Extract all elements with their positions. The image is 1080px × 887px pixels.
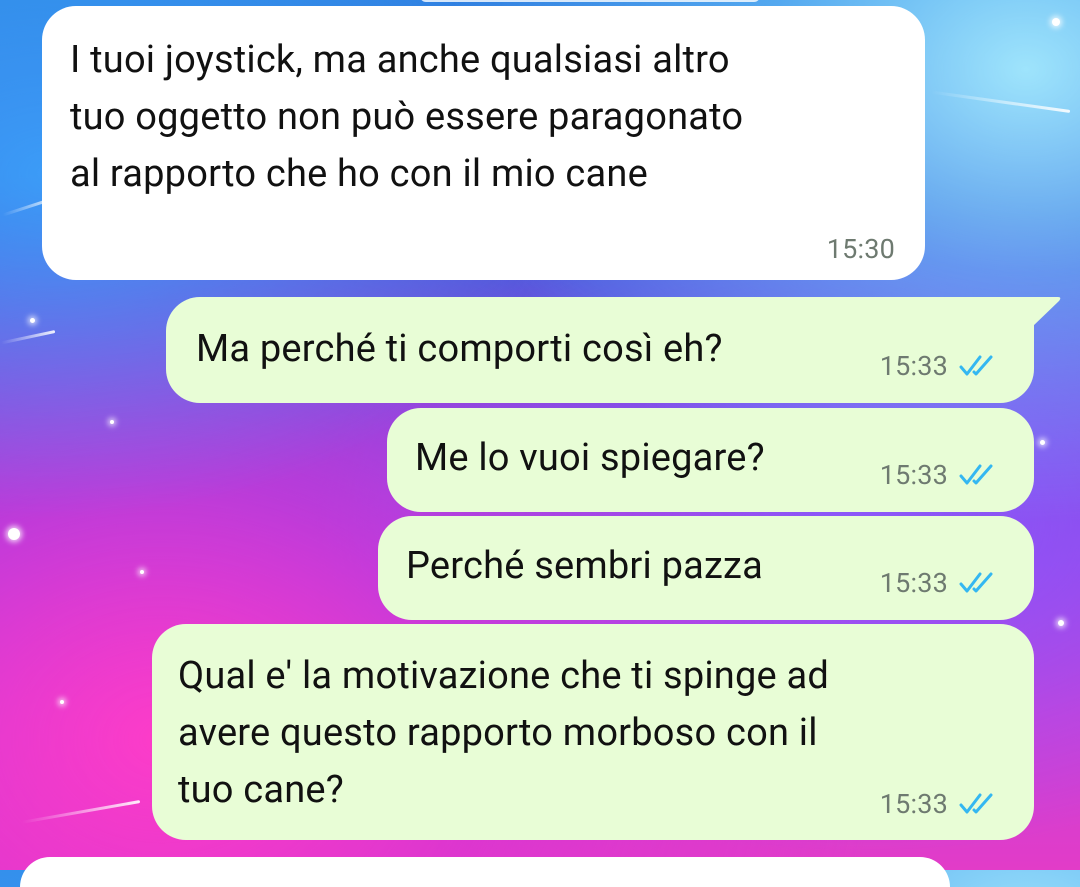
message-bubble-incoming[interactable]: I tuoi joystick, ma anche qualsiasi altr…	[42, 6, 925, 280]
star-decoration	[1040, 440, 1045, 445]
message-meta: 15:33	[880, 460, 996, 490]
message-bubble-outgoing[interactable]: Perché sembri pazza 15:33	[378, 516, 1034, 620]
message-meta: 15:30	[827, 234, 895, 264]
star-decoration	[1052, 18, 1060, 26]
star-decoration	[8, 528, 20, 540]
message-text: Me lo vuoi spiegare?	[415, 436, 765, 480]
double-check-read-icon	[959, 355, 993, 376]
message-time: 15:30	[826, 233, 895, 265]
message-bubble-outgoing[interactable]: Ma perché ti comporti così eh? 15:33	[166, 297, 1034, 403]
message-time: 15:33	[879, 350, 948, 382]
message-text: I tuoi joystick, ma anche qualsiasi altr…	[70, 38, 744, 196]
message-bubble-outgoing[interactable]: Me lo vuoi spiegare? 15:33	[387, 408, 1034, 512]
star-decoration	[140, 570, 144, 574]
message-text: Ma perché ti comporti così eh?	[196, 327, 723, 371]
message-time: 15:33	[879, 567, 948, 599]
previous-message-edge	[420, 0, 760, 2]
message-meta: 15:33	[880, 351, 996, 381]
bubble-tail	[1032, 297, 1061, 327]
star-decoration	[60, 700, 64, 704]
shooting-star-decoration	[21, 800, 141, 824]
shooting-star-decoration	[0, 330, 56, 345]
next-message-edge	[20, 857, 950, 887]
double-check-read-icon	[959, 464, 993, 485]
double-check-read-icon	[959, 793, 993, 814]
message-text: Qual e' la motivazione che ti spinge ad …	[178, 654, 829, 812]
message-meta: 15:33	[880, 568, 996, 598]
star-decoration	[110, 420, 114, 424]
message-text: Perché sembri pazza	[406, 544, 763, 588]
shooting-star-decoration	[931, 90, 1071, 113]
double-check-read-icon	[959, 572, 993, 593]
message-meta: 15:33	[880, 789, 996, 819]
message-time: 15:33	[879, 788, 948, 820]
star-decoration	[30, 318, 35, 323]
star-decoration	[1058, 620, 1064, 626]
message-time: 15:33	[879, 459, 948, 491]
message-bubble-outgoing[interactable]: Qual e' la motivazione che ti spinge ad …	[152, 624, 1034, 840]
